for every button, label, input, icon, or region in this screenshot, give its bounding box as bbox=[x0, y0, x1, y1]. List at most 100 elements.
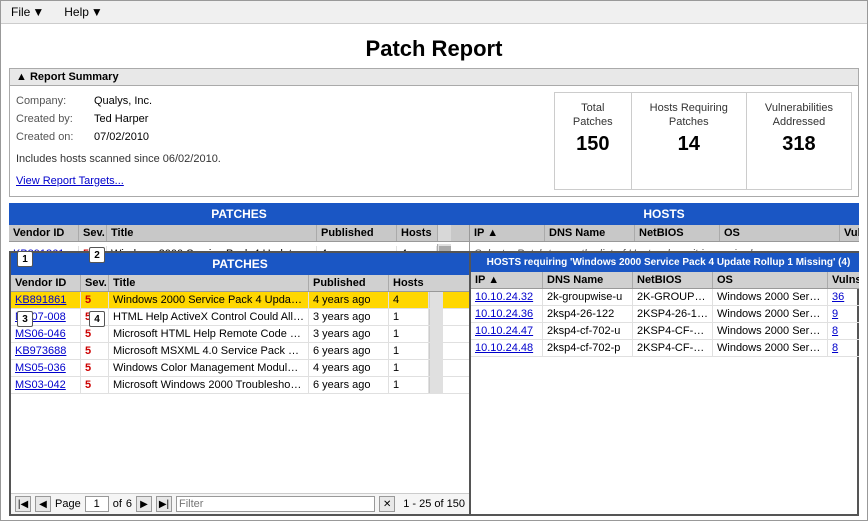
includes-note: Includes hosts scanned since 06/02/2010. bbox=[16, 150, 544, 168]
row-ip[interactable]: 10.10.24.36 bbox=[471, 306, 543, 322]
patches-col-hosts: Hosts bbox=[397, 225, 437, 241]
hosts-col-os: OS bbox=[720, 225, 840, 241]
view-report-targets-link[interactable]: View Report Targets... bbox=[16, 172, 124, 190]
row-title: Windows 2000 Service Pack 4 Update Rollu… bbox=[109, 292, 309, 308]
row-os: Windows 2000 Service Pack 3- bbox=[713, 340, 828, 356]
of-label: of bbox=[113, 498, 122, 510]
row-os: Windows 2000 Service Pack 3- bbox=[713, 306, 828, 322]
total-pages: 6 bbox=[126, 498, 132, 510]
overlay-patches-header: PATCHES bbox=[11, 253, 469, 275]
row-published: 6 years ago bbox=[309, 377, 389, 393]
help-menu[interactable]: Help ▼ bbox=[58, 3, 109, 21]
row-title: HTML Help ActiveX Control Could Allow Re… bbox=[109, 309, 309, 325]
row-vendor-id[interactable]: MS06-046 bbox=[11, 326, 81, 342]
patches-col-published: Published bbox=[317, 225, 397, 241]
first-page-button[interactable]: |◀ bbox=[15, 496, 31, 512]
page-input[interactable] bbox=[85, 496, 109, 512]
company-label: Company: bbox=[16, 92, 88, 110]
overlay-patches-pagination: |◀ ◀ Page of 6 ▶ ▶| ✕ 1 - 25 of 150 bbox=[11, 493, 469, 514]
row-vulns[interactable]: 8 bbox=[828, 340, 859, 356]
row-published: 4 years ago bbox=[309, 292, 389, 308]
row-vendor-id[interactable]: KB891861 bbox=[11, 292, 81, 308]
hosts-col-ip: IP ▲ bbox=[470, 225, 545, 241]
row-vendor-id[interactable]: KB973688 bbox=[11, 343, 81, 359]
row-vulns[interactable]: 9 bbox=[828, 306, 859, 322]
row-title: Microsoft HTML Help Remote Code Executio bbox=[109, 326, 309, 342]
row-scrollbar bbox=[429, 292, 443, 308]
badge-3: 3 bbox=[17, 311, 33, 327]
row-netbios: 2KSP4-CF-702- bbox=[633, 323, 713, 339]
vulnerabilities-value: 318 bbox=[765, 133, 833, 156]
row-netbios: 2K-GROUPWIS bbox=[633, 289, 713, 305]
patches-scrollbar-header bbox=[437, 225, 451, 241]
hosts-requiring-stat: Hosts RequiringPatches 14 bbox=[632, 93, 747, 189]
ov-hosts-col-dns: DNS Name bbox=[543, 272, 633, 288]
row-scrollbar bbox=[429, 360, 443, 376]
main-window: File ▼ Help ▼ Patch Report ▲ Report Summ… bbox=[0, 0, 868, 521]
report-summary-body: Company: Qualys, Inc. Created by: Ted Ha… bbox=[10, 86, 858, 196]
row-published: 3 years ago bbox=[309, 326, 389, 342]
row-ip[interactable]: 10.10.24.47 bbox=[471, 323, 543, 339]
table-row[interactable]: KB891861 5 Windows 2000 Service Pack 4 U… bbox=[11, 292, 469, 309]
row-netbios: 2KSP4-CF-702- bbox=[633, 340, 713, 356]
overlay-hosts-data: 10.10.24.32 2k-groupwise-u 2K-GROUPWIS W… bbox=[471, 289, 859, 514]
row-published: 4 years ago bbox=[309, 360, 389, 376]
ov-patches-col-title: Title bbox=[109, 275, 309, 291]
row-sev: 5 bbox=[81, 343, 109, 359]
overlay-hosts-col-headers: IP ▲ DNS Name NetBIOS OS Vulns bbox=[471, 272, 859, 289]
main-panels: PATCHES HOSTS Vendor ID Sev. Title Publi… bbox=[9, 203, 859, 516]
filter-clear-button[interactable]: ✕ bbox=[379, 496, 395, 512]
table-row[interactable]: MS06-046 5 Microsoft HTML Help Remote Co… bbox=[11, 326, 469, 343]
row-dns: 2ksp4-cf-702-p bbox=[543, 340, 633, 356]
row-os: Windows 2000 Service Pack 3- bbox=[713, 323, 828, 339]
total-patches-label: TotalPatches bbox=[573, 101, 613, 129]
row-title: Microsoft MSXML 4.0 Service Pack 2 Missi… bbox=[109, 343, 309, 359]
ov-patches-col-hosts: Hosts bbox=[389, 275, 429, 291]
ov-hosts-col-vulns: Vulns bbox=[828, 272, 859, 288]
row-title: Windows Color Management Module Remot. bbox=[109, 360, 309, 376]
row-scrollbar bbox=[429, 326, 443, 342]
row-vulns[interactable]: 8 bbox=[828, 323, 859, 339]
row-ip[interactable]: 10.10.24.32 bbox=[471, 289, 543, 305]
row-sev: 5 bbox=[81, 377, 109, 393]
report-summary-toggle[interactable]: ▲ Report Summary bbox=[16, 71, 119, 83]
row-scrollbar bbox=[429, 309, 443, 325]
table-row[interactable]: KB973688 5 Microsoft MSXML 4.0 Service P… bbox=[11, 343, 469, 360]
overlay-patches-col-headers: Vendor ID Sev. Title Published Hosts bbox=[11, 275, 469, 292]
row-hosts: 1 bbox=[389, 326, 429, 342]
prev-page-button[interactable]: ◀ bbox=[35, 496, 51, 512]
row-sev: 5 bbox=[81, 360, 109, 376]
row-vulns[interactable]: 36 bbox=[828, 289, 859, 305]
hosts-requiring-label: Hosts RequiringPatches bbox=[650, 101, 728, 129]
top-row-headers: PATCHES HOSTS bbox=[9, 203, 859, 225]
menubar: File ▼ Help ▼ bbox=[1, 1, 867, 24]
filter-input[interactable] bbox=[176, 496, 375, 512]
file-menu[interactable]: File ▼ bbox=[5, 3, 50, 21]
row-ip[interactable]: 10.10.24.48 bbox=[471, 340, 543, 356]
row-hosts: 1 bbox=[389, 377, 429, 393]
row-vendor-id[interactable]: MS05-036 bbox=[11, 360, 81, 376]
row-hosts: 1 bbox=[389, 343, 429, 359]
table-row[interactable]: MS03-042 5 Microsoft Windows 2000 Troubl… bbox=[11, 377, 469, 394]
row-hosts: 1 bbox=[389, 309, 429, 325]
patches-panel-header: PATCHES bbox=[9, 203, 469, 225]
table-row[interactable]: 10.10.24.47 2ksp4-cf-702-u 2KSP4-CF-702-… bbox=[471, 323, 859, 340]
hosts-col-netbios: NetBIOS bbox=[635, 225, 720, 241]
overlay-patches-panel: PATCHES Vendor ID Sev. Title Published H… bbox=[11, 253, 471, 514]
ov-patches-scrollbar-col bbox=[429, 275, 443, 291]
created-by-value: Ted Harper bbox=[94, 110, 148, 128]
row-vendor-id[interactable]: MS03-042 bbox=[11, 377, 81, 393]
patches-col-vendor-id: Vendor ID bbox=[9, 225, 79, 241]
table-row[interactable]: 10.10.24.48 2ksp4-cf-702-p 2KSP4-CF-702-… bbox=[471, 340, 859, 357]
table-row[interactable]: 10.10.24.36 2ksp4-26-122 2KSP4-26-122 Wi… bbox=[471, 306, 859, 323]
ov-patches-col-sev: Sev. bbox=[81, 275, 109, 291]
table-row[interactable]: MS05-036 5 Windows Color Management Modu… bbox=[11, 360, 469, 377]
table-row[interactable]: MS07-008 5 HTML Help ActiveX Control Cou… bbox=[11, 309, 469, 326]
next-page-button[interactable]: ▶ bbox=[136, 496, 152, 512]
created-on-value: 07/02/2010 bbox=[94, 128, 149, 146]
row-hosts: 1 bbox=[389, 360, 429, 376]
last-page-button[interactable]: ▶| bbox=[156, 496, 172, 512]
report-meta: Company: Qualys, Inc. Created by: Ted Ha… bbox=[16, 92, 544, 190]
table-row[interactable]: 10.10.24.32 2k-groupwise-u 2K-GROUPWIS W… bbox=[471, 289, 859, 306]
overlay-hosts-panel: HOSTS requiring 'Windows 2000 Service Pa… bbox=[471, 253, 859, 514]
